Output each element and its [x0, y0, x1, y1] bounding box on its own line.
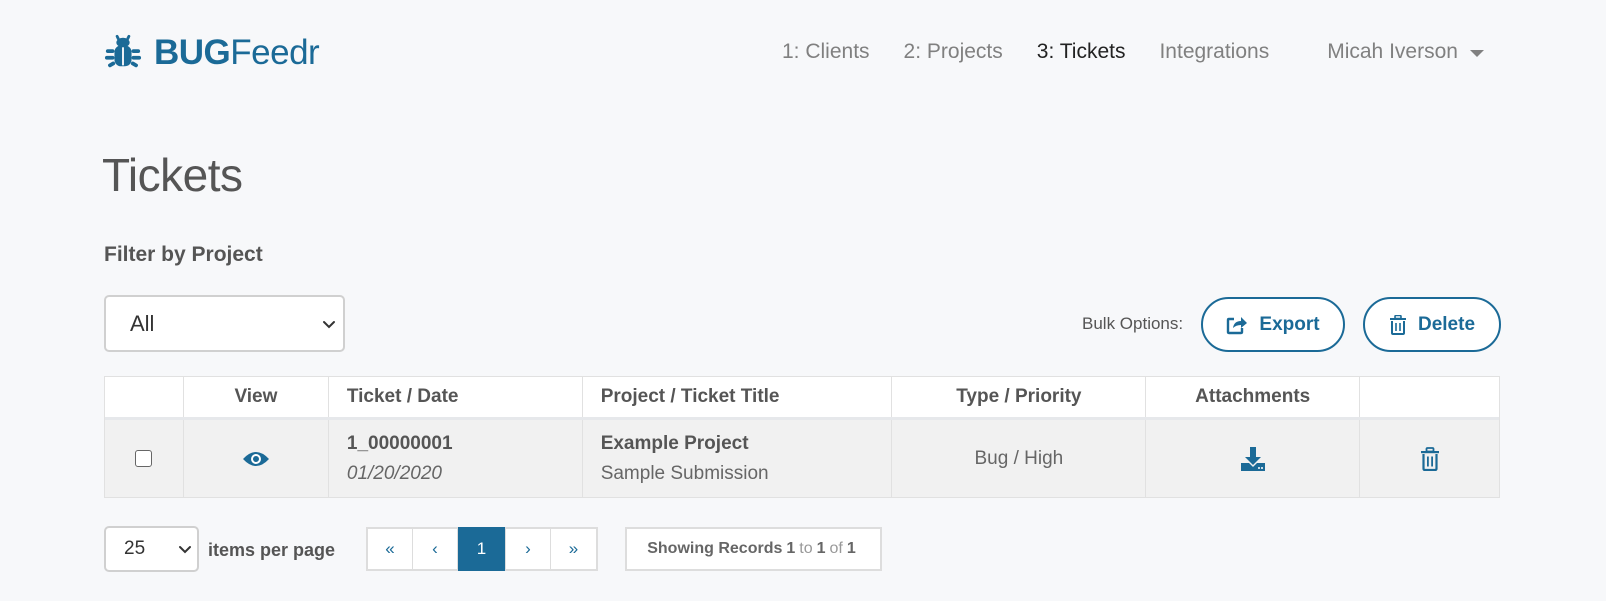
- chevron-down-icon: [323, 320, 335, 328]
- col-header-project-title: Project / Ticket Title: [583, 377, 893, 417]
- eye-icon[interactable]: [242, 449, 270, 469]
- items-per-page-select[interactable]: 25: [104, 526, 199, 572]
- chevron-down-icon: [179, 546, 191, 554]
- records-total: 1: [846, 540, 856, 557]
- tickets-table: View Ticket / Date Project / Ticket Titl…: [104, 376, 1500, 498]
- pagination: « ‹ 1 › »: [366, 527, 598, 571]
- share-icon: [1227, 316, 1248, 334]
- row-select-cell: [105, 420, 184, 497]
- col-header-select: [105, 377, 184, 417]
- view-cell: [184, 420, 329, 497]
- items-per-page-value: 25: [124, 538, 146, 559]
- bulk-delete-button[interactable]: Delete: [1363, 297, 1501, 352]
- page-next-button[interactable]: ›: [506, 529, 551, 569]
- ticket-title: Sample Submission: [600, 462, 769, 484]
- col-header-attachments: Attachments: [1146, 377, 1361, 417]
- export-button-label: Export: [1259, 313, 1320, 335]
- records-to: 1: [816, 540, 826, 557]
- row-select-checkbox[interactable]: [135, 450, 153, 467]
- brand-name-thin: Feedr: [230, 33, 320, 72]
- attachments-cell: [1146, 420, 1361, 497]
- table-row: 1_00000001 01/20/2020 Example Project Sa…: [105, 420, 1499, 497]
- nav-integrations[interactable]: Integrations: [1159, 40, 1269, 64]
- bulk-options-label: Bulk Options:: [1082, 314, 1184, 333]
- brand-name: BUGFeedr: [154, 33, 320, 73]
- project-filter-select[interactable]: All: [104, 295, 345, 352]
- page-prev-button[interactable]: ‹: [413, 529, 458, 569]
- table-header-row: View Ticket / Date Project / Ticket Titl…: [105, 377, 1499, 420]
- user-name: Micah Iverson: [1327, 40, 1458, 63]
- items-per-page-label: items per page: [208, 540, 336, 560]
- bulk-delete-button-label: Delete: [1417, 313, 1476, 335]
- project-filter-value: All: [130, 310, 155, 336]
- brand-logo[interactable]: BUGFeedr: [104, 28, 320, 78]
- caret-down-icon: [1469, 49, 1484, 57]
- records-of-word: of: [829, 540, 843, 557]
- records-summary: Showing Records 1 to 1 of 1: [625, 527, 882, 571]
- col-header-type-priority: Type / Priority: [892, 377, 1147, 417]
- col-header-view: View: [184, 377, 329, 417]
- project-name: Example Project: [600, 432, 749, 454]
- records-to-word: to: [799, 540, 813, 557]
- export-button[interactable]: Export: [1201, 297, 1345, 352]
- ticket-id[interactable]: 1_00000001: [347, 429, 453, 459]
- col-header-ticket-date: Ticket / Date: [329, 377, 583, 417]
- main-nav: 1: Clients 2: Projects 3: Tickets Integr…: [782, 40, 1484, 64]
- page-title: Tickets: [102, 149, 243, 201]
- type-priority: Bug / High: [974, 447, 1064, 469]
- brand-name-bold: BUG: [154, 33, 231, 72]
- user-menu[interactable]: Micah Iverson: [1327, 40, 1484, 64]
- filter-label: Filter by Project: [104, 243, 263, 266]
- page-last-button[interactable]: »: [551, 529, 596, 569]
- records-from: 1: [786, 540, 796, 557]
- trash-icon: [1389, 314, 1406, 335]
- trash-icon[interactable]: [1420, 446, 1440, 471]
- page-first-button[interactable]: «: [368, 529, 413, 569]
- nav-tickets[interactable]: 3: Tickets: [1037, 40, 1126, 64]
- bug-logo-icon: [104, 34, 142, 68]
- ticket-date-cell: 1_00000001 01/20/2020: [329, 420, 583, 497]
- records-prefix: Showing Records: [647, 540, 783, 557]
- page-current-button[interactable]: 1: [458, 527, 506, 571]
- nav-projects[interactable]: 2: Projects: [904, 40, 1003, 64]
- type-priority-cell: Bug / High: [892, 420, 1147, 497]
- project-title-cell: Example Project Sample Submission: [583, 420, 893, 497]
- row-actions-cell: [1360, 420, 1499, 497]
- nav-clients[interactable]: 1: Clients: [782, 40, 870, 64]
- col-header-actions: [1360, 377, 1499, 417]
- ticket-date: 01/20/2020: [346, 462, 442, 484]
- download-icon[interactable]: [1240, 446, 1266, 472]
